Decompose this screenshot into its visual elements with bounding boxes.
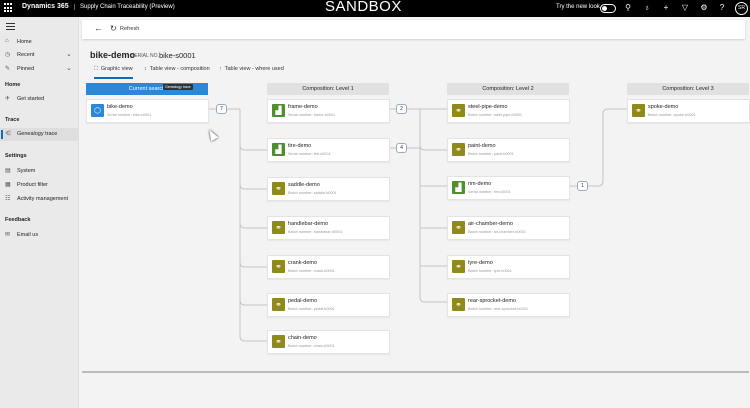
- node-air-chamber-demo[interactable]: ⚭ air-chamber-demo Batch number: air-cha…: [447, 216, 570, 240]
- node-paint-demo[interactable]: ⚭ paint-demo Batch number: paint-b0001: [447, 138, 570, 162]
- serial-item-icon: ▟: [272, 143, 285, 156]
- node-name: air-chamber-demo: [468, 221, 513, 227]
- node-identifier: Serial number: tire-s0001: [288, 152, 331, 156]
- node-tire-demo[interactable]: ▟ tire-demo Serial number: tire-s0001: [267, 138, 390, 162]
- node-identifier: Batch number: chain-b0001: [288, 344, 335, 348]
- node-steel-pipe-demo[interactable]: ⚭ steel-pipe-demo Batch number: steel-pi…: [447, 99, 570, 123]
- batch-link-icon: ⚭: [272, 182, 285, 195]
- node-identifier: Batch number: tyre-b0001: [468, 269, 512, 273]
- node-identifier: Batch number: handlebar-b0001: [288, 230, 343, 234]
- node-tyre-demo[interactable]: ⚭ tyre-demo Batch number: tyre-b0001: [447, 255, 570, 279]
- serial-item-icon: ▟: [452, 181, 465, 194]
- node-name: rim-demo: [468, 181, 492, 187]
- node-identifier: Batch number: saddle-b0001: [288, 191, 337, 195]
- node-identifier: Batch number: crank-b0001: [288, 269, 335, 273]
- node-identifier: Batch number: rear-sprocket-b0001: [468, 307, 528, 311]
- node-identifier: Serial number: rim-s0001: [468, 190, 511, 194]
- node-crank-demo[interactable]: ⚭ crank-demo Batch number: crank-b0001: [267, 255, 390, 279]
- serial-item-icon: ▟: [272, 104, 285, 117]
- node-saddle-demo[interactable]: ⚭ saddle-demo Batch number: saddle-b0001: [267, 177, 390, 201]
- node-frame-demo[interactable]: ▟ frame-demo Serial number: frame-s0001: [267, 99, 390, 123]
- batch-link-icon: ⚭: [272, 260, 285, 273]
- node-identifier: Batch number: pedal-b0001: [288, 307, 335, 311]
- node-name: pedal-demo: [288, 298, 318, 304]
- node-name: paint-demo: [468, 143, 496, 149]
- node-identifier: Batch number: spoke-b0001: [648, 113, 696, 117]
- node-name: spoke-demo: [648, 104, 679, 110]
- node-name: bike-demo: [107, 104, 133, 110]
- node-handlebar-demo[interactable]: ⚭ handlebar-demo Batch number: handlebar…: [267, 216, 390, 240]
- child-count-badge[interactable]: 2: [396, 104, 407, 114]
- node-identifier: Serial number: bike-s0001: [107, 113, 152, 117]
- batch-link-icon: ⚭: [452, 298, 465, 311]
- child-count-badge[interactable]: 4: [396, 143, 407, 153]
- node-identifier: Batch number: air-chamber-b0001: [468, 230, 526, 234]
- node-name: steel-pipe-demo: [468, 104, 508, 110]
- product-cube-icon: ⬡: [91, 104, 104, 117]
- node-spoke-demo[interactable]: ⚭ spoke-demo Batch number: spoke-b0001: [627, 99, 750, 123]
- node-pedal-demo[interactable]: ⚭ pedal-demo Batch number: pedal-b0001: [267, 293, 390, 317]
- child-count-badge[interactable]: 1: [577, 181, 588, 191]
- node-name: frame-demo: [288, 104, 318, 110]
- node-identifier: Serial number: frame-s0001: [288, 113, 336, 117]
- batch-link-icon: ⚭: [452, 221, 465, 234]
- batch-link-icon: ⚭: [632, 104, 645, 117]
- node-identifier: Batch number: paint-b0001: [468, 152, 514, 156]
- node-identifier: Batch number: steel-pipe-b0001: [468, 113, 523, 117]
- node-bike-demo[interactable]: ⬡ bike-demo Serial number: bike-s0001: [86, 99, 209, 123]
- node-name: chain-demo: [288, 335, 317, 341]
- node-name: tire-demo: [288, 143, 312, 149]
- node-rim-demo[interactable]: ▟ rim-demo Serial number: rim-s0001: [447, 176, 570, 200]
- batch-link-icon: ⚭: [452, 143, 465, 156]
- node-name: rear-sprocket-demo: [468, 298, 516, 304]
- batch-link-icon: ⚭: [452, 104, 465, 117]
- node-chain-demo[interactable]: ⚭ chain-demo Batch number: chain-b0001: [267, 330, 390, 354]
- node-name: handlebar-demo: [288, 221, 329, 227]
- batch-link-icon: ⚭: [272, 221, 285, 234]
- batch-link-icon: ⚭: [272, 335, 285, 348]
- batch-link-icon: ⚭: [452, 260, 465, 273]
- child-count-badge[interactable]: 7: [216, 104, 227, 114]
- batch-link-icon: ⚭: [272, 298, 285, 311]
- horizontal-scrollbar[interactable]: [82, 371, 749, 373]
- node-rear-sprocket-demo[interactable]: ⚭ rear-sprocket-demo Batch number: rear-…: [447, 293, 570, 317]
- node-name: tyre-demo: [468, 260, 493, 266]
- node-name: crank-demo: [288, 260, 318, 266]
- node-name: saddle-demo: [288, 182, 320, 188]
